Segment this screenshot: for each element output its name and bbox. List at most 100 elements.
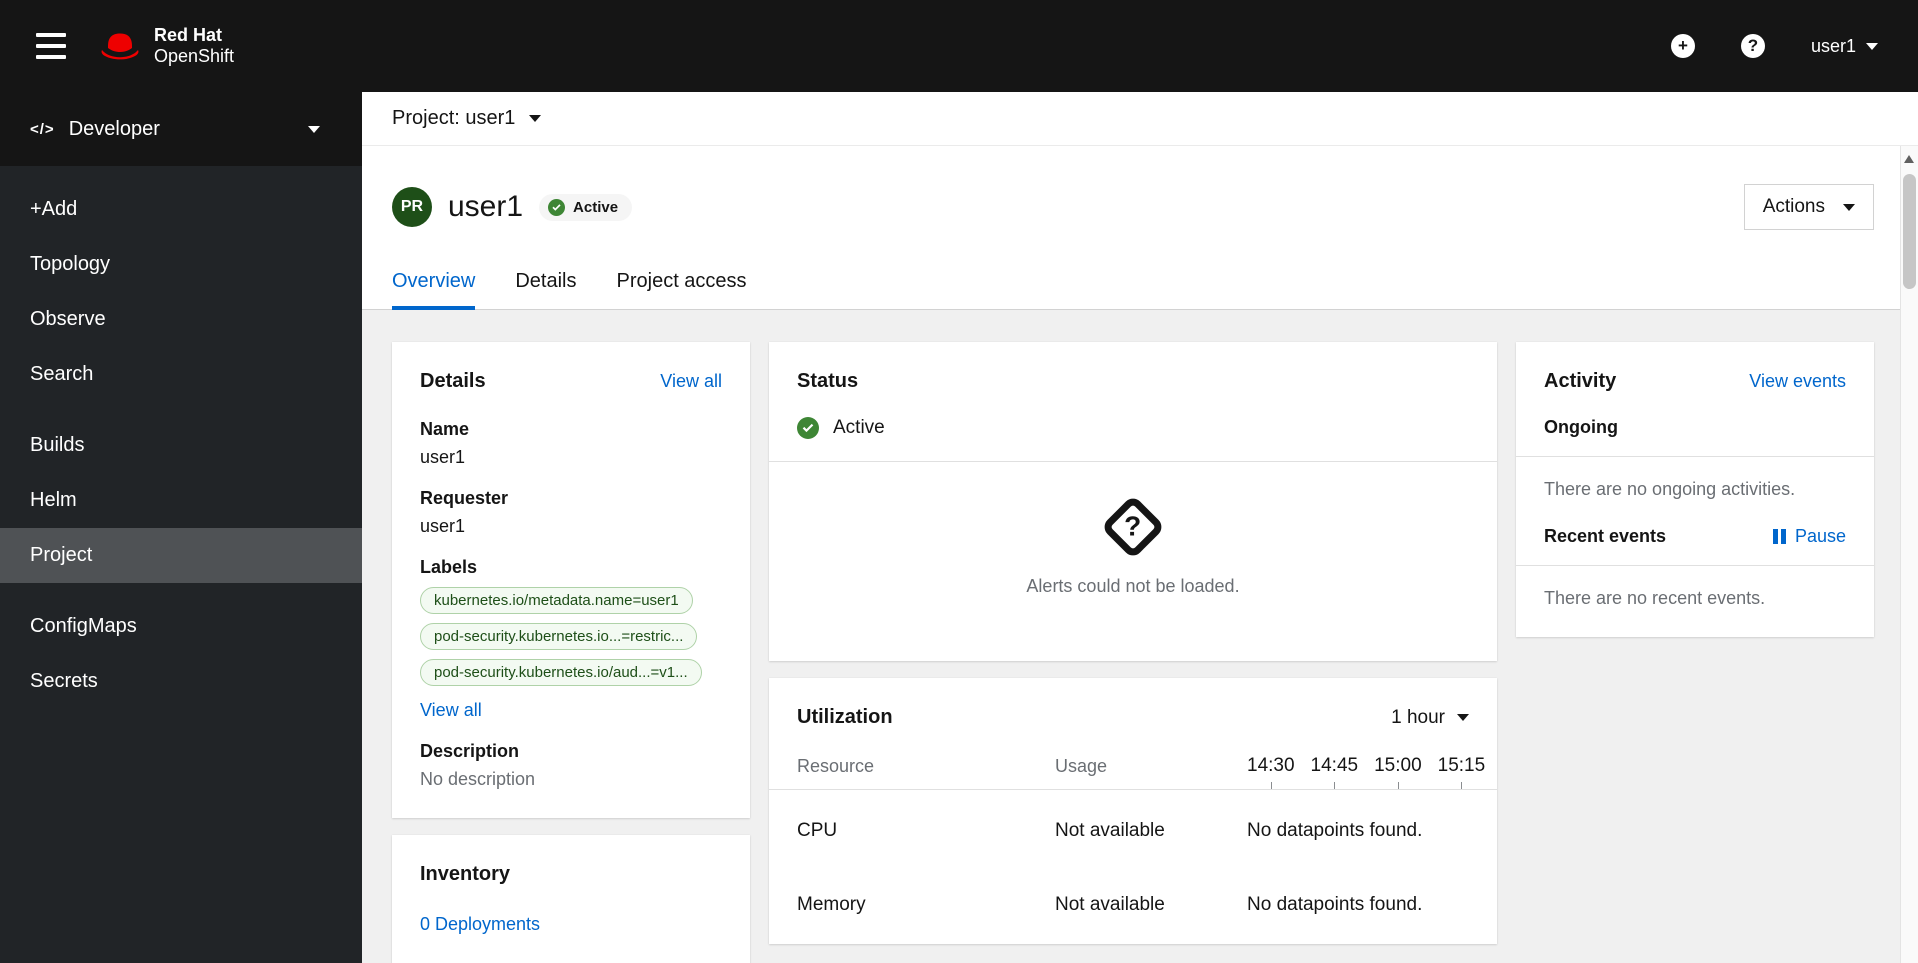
redhat-hat-icon xyxy=(101,33,139,60)
details-view-all-link[interactable]: View all xyxy=(660,371,722,392)
question-circle-icon: ? xyxy=(1740,34,1765,58)
pause-icon xyxy=(1772,529,1786,544)
view-events-link[interactable]: View events xyxy=(1749,371,1846,392)
details-card-header: Details View all xyxy=(420,370,722,393)
label-pill: kubernetes.io/metadata.name=user1 xyxy=(420,587,693,614)
name-value: user1 xyxy=(420,447,466,467)
perspective-label: Developer xyxy=(68,117,160,140)
details-card: Details View all Name user1 Requester us… xyxy=(392,342,750,818)
pause-button[interactable]: Pause xyxy=(1772,526,1846,547)
sidebar-item-search[interactable]: Search xyxy=(0,347,362,402)
chevron-down-icon xyxy=(1843,203,1855,211)
usage-column-header: Usage xyxy=(1055,756,1108,776)
code-icon: </> xyxy=(30,120,55,138)
deployments-link[interactable]: 0 Deployments xyxy=(420,914,540,935)
scroll-up-icon[interactable] xyxy=(1904,155,1914,163)
resource-name: CPU xyxy=(797,820,838,841)
user-menu[interactable]: user1 xyxy=(1811,36,1878,57)
description-value: No description xyxy=(420,769,536,789)
ongoing-empty-message: There are no ongoing activities. xyxy=(1544,479,1796,499)
sidebar-item-project[interactable]: Project xyxy=(0,528,362,583)
activity-card-title: Activity xyxy=(1544,370,1617,392)
resource-name: Memory xyxy=(797,894,866,915)
pause-label: Pause xyxy=(1794,526,1846,546)
divider xyxy=(1516,565,1874,566)
utilization-card-header: Utilization 1 hour xyxy=(797,706,1469,729)
status-card: Status Active ? Alerts could not be load… xyxy=(769,342,1497,661)
hamburger-icon xyxy=(36,33,66,37)
perspective-switcher[interactable]: </> Developer xyxy=(0,92,362,166)
brand-text: Red Hat OpenShift xyxy=(154,25,234,67)
requester-label: Requester xyxy=(420,488,509,508)
sidebar-nav: +Add Topology Observe Search Builds Helm… xyxy=(0,166,362,709)
sidebar-item-configmaps[interactable]: ConfigMaps xyxy=(0,599,362,654)
title-row: PR user1 Active Actions xyxy=(392,184,1874,230)
plus-circle-icon: + xyxy=(1670,34,1695,58)
status-card-title: Status xyxy=(797,370,859,392)
ongoing-section-label: Ongoing xyxy=(1544,417,1618,437)
chevron-down-icon xyxy=(308,125,320,133)
scrollbar-thumb[interactable] xyxy=(1903,174,1916,289)
resource-data: No datapoints found. xyxy=(1247,894,1423,915)
check-circle-icon xyxy=(797,417,819,439)
right-column: Activity View events Ongoing There are n… xyxy=(1516,342,1874,637)
chevron-down-icon xyxy=(1457,714,1469,721)
tab-project-access[interactable]: Project access xyxy=(617,270,747,309)
recent-events-label: Recent events xyxy=(1544,526,1667,546)
help-button[interactable]: ? xyxy=(1740,34,1765,58)
tab-bar: Overview Details Project access xyxy=(362,270,1918,310)
overview-dashboard: Details View all Name user1 Requester us… xyxy=(362,310,1918,963)
sidebar-item-observe[interactable]: Observe xyxy=(0,292,362,347)
status-row: Active xyxy=(797,417,1469,439)
redhat-openshift-logo: Red Hat OpenShift xyxy=(98,25,234,67)
chevron-down-icon xyxy=(1866,42,1878,50)
quick-add-button[interactable]: + xyxy=(1670,34,1695,58)
nav-toggle-button[interactable] xyxy=(30,27,72,65)
label-pill: pod-security.kubernetes.io/aud...=v1... xyxy=(420,659,702,686)
inventory-card-title: Inventory xyxy=(420,863,511,885)
utilization-row-cpu: CPU Not available No datapoints found. xyxy=(797,820,1469,842)
project-selector-label: Project: user1 xyxy=(392,107,516,129)
alerts-message: Alerts could not be loaded. xyxy=(1026,576,1240,596)
middle-column: Status Active ? Alerts could not be load… xyxy=(769,342,1497,944)
sidebar-item-topology[interactable]: Topology xyxy=(0,237,362,292)
divider xyxy=(769,789,1497,790)
vertical-scrollbar[interactable] xyxy=(1900,146,1918,963)
utilization-axis-row: Resource Usage 14:30 14:45 15:00 15:15 xyxy=(797,755,1485,789)
divider xyxy=(1516,456,1874,457)
user-menu-label: user1 xyxy=(1810,35,1856,56)
labels-view-all-link[interactable]: View all xyxy=(420,700,482,721)
label-pill: pod-security.kubernetes.io...=restric... xyxy=(420,623,698,650)
requester-value: user1 xyxy=(420,516,466,536)
duration-dropdown[interactable]: 1 hour xyxy=(1391,707,1469,729)
page-title: user1 xyxy=(448,190,524,223)
utilization-card: Utilization 1 hour Resource Usage 14:30 xyxy=(769,678,1497,944)
actions-label: Actions xyxy=(1762,196,1825,217)
masthead-toolbar: + ? user1 xyxy=(1670,34,1878,58)
masthead: Red Hat OpenShift + ? user1 xyxy=(0,0,1918,92)
status-badge: Active xyxy=(539,193,633,221)
check-circle-icon xyxy=(548,198,566,216)
page-header: PR user1 Active Actions Overview Details… xyxy=(362,146,1918,310)
sidebar-item-builds[interactable]: Builds xyxy=(0,418,362,473)
unknown-question-icon: ? xyxy=(1100,494,1166,560)
tab-overview[interactable]: Overview xyxy=(392,270,476,310)
name-label: Name xyxy=(420,419,470,439)
sidebar-item-secrets[interactable]: Secrets xyxy=(0,654,362,709)
actions-dropdown-button[interactable]: Actions xyxy=(1743,184,1874,230)
alerts-empty-state: ? Alerts could not be loaded. xyxy=(797,462,1469,633)
time-tick: 14:45 xyxy=(1311,755,1358,789)
left-column: Details View all Name user1 Requester us… xyxy=(392,342,750,963)
activity-card-header: Activity View events xyxy=(1544,370,1846,393)
tab-details[interactable]: Details xyxy=(515,270,576,309)
resource-data: No datapoints found. xyxy=(1247,820,1423,841)
sidebar-item-add[interactable]: +Add xyxy=(0,182,362,237)
sidebar-item-helm[interactable]: Helm xyxy=(0,473,362,528)
chevron-down-icon xyxy=(529,115,542,122)
brand-line-1: Red Hat xyxy=(154,24,223,45)
project-resource-badge: PR xyxy=(392,187,432,227)
utilization-row-memory: Memory Not available No datapoints found… xyxy=(797,894,1469,916)
project-selector[interactable]: Project: user1 xyxy=(392,107,542,130)
status-badge-label: Active xyxy=(573,198,619,216)
project-context-bar: Project: user1 xyxy=(362,92,1918,146)
